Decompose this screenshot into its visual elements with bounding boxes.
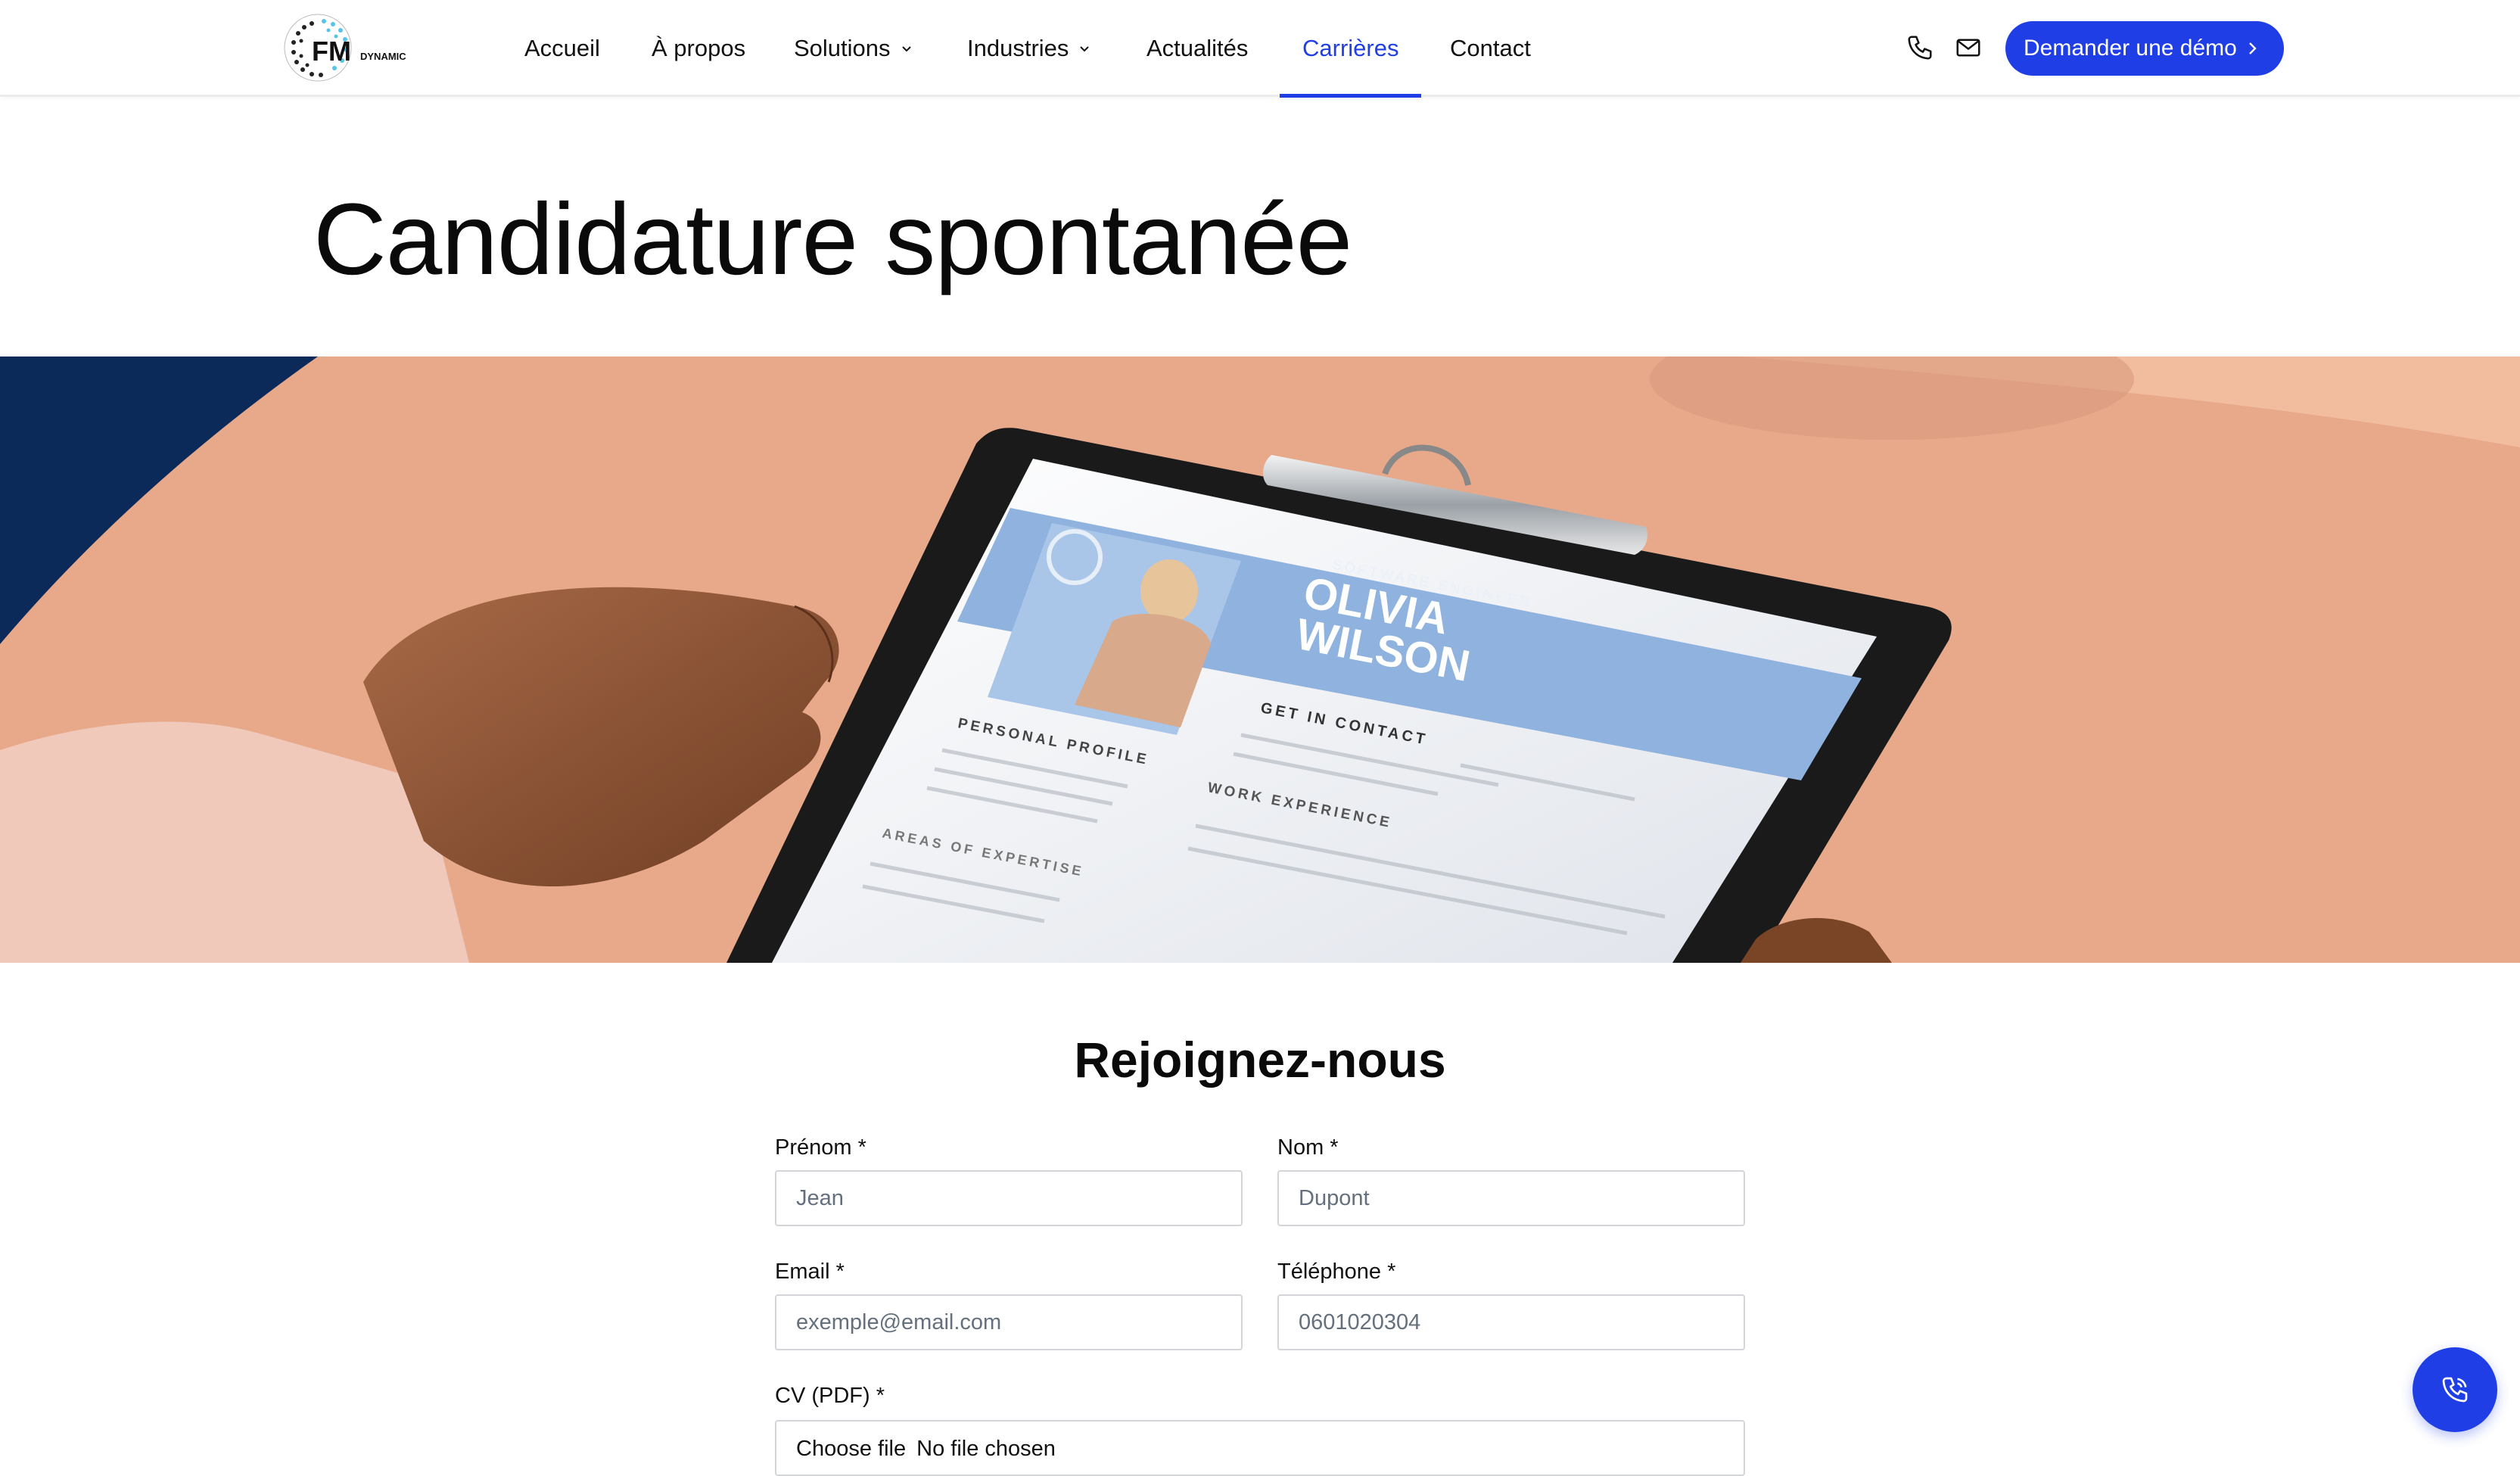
last-name-input[interactable]	[1277, 1170, 1745, 1226]
nav-item-label: Carrières	[1302, 35, 1399, 61]
nav-item-a-propos[interactable]: À propos	[652, 0, 745, 97]
nav-item-label: Contact	[1450, 35, 1531, 61]
phone-field[interactable]	[1277, 1294, 1745, 1350]
email-label: Email *	[775, 1260, 845, 1284]
nav-item-accueil[interactable]: Accueil	[524, 0, 600, 97]
last-name-label: Nom *	[1277, 1135, 1339, 1160]
nav-item-actualites[interactable]: Actualités	[1146, 0, 1248, 97]
svg-text:DYNAMIC: DYNAMIC	[360, 51, 406, 62]
first-name-label: Prénom *	[775, 1135, 866, 1160]
file-status: No file chosen	[916, 1437, 1056, 1461]
mail-icon[interactable]	[1954, 33, 1983, 62]
brand-logo[interactable]: FM DYNAMIC	[282, 11, 421, 85]
form-title: Rejoignez-nous	[1074, 1032, 1446, 1088]
first-name-input[interactable]	[775, 1170, 1243, 1226]
cv-file-input[interactable]: Choose file No file chosen	[775, 1420, 1745, 1476]
nav-item-label: Actualités	[1146, 35, 1249, 61]
nav-item-label: Accueil	[524, 35, 600, 61]
cv-label: CV (PDF) *	[775, 1384, 885, 1408]
nav-item-contact[interactable]: Contact	[1450, 0, 1531, 97]
chevron-down-icon	[1080, 46, 1090, 52]
nav-item-carrieres[interactable]: Carrières	[1279, 0, 1423, 98]
nav-item-solutions[interactable]: Solutions	[794, 0, 913, 97]
nav-item-label: Industries	[967, 35, 1069, 61]
phone-icon[interactable]	[1906, 33, 1934, 62]
page-title: Candidature spontanée	[313, 183, 1352, 296]
request-demo-label: Demander une démo	[2024, 36, 2237, 61]
nav-item-label: Solutions	[794, 35, 891, 61]
site-header: FM DYNAMIC Accueil À propos Solutions In…	[0, 0, 2520, 98]
nav-item-industries[interactable]: Industries	[967, 0, 1091, 97]
chevron-down-icon	[901, 46, 911, 52]
hero-image: OLIVIA WILSON SOFTWARE ENGINEER GET IN C…	[0, 357, 2520, 963]
call-button[interactable]	[2413, 1347, 2497, 1432]
email-field[interactable]	[775, 1294, 1243, 1350]
request-demo-button[interactable]: Demander une démo	[2005, 21, 2284, 76]
nav-item-label: À propos	[652, 35, 746, 61]
phone-label: Téléphone *	[1277, 1260, 1396, 1284]
phone-call-icon	[2442, 1377, 2468, 1403]
choose-file-button[interactable]: Choose file	[796, 1437, 906, 1461]
chevron-right-icon	[2249, 42, 2257, 54]
svg-text:FM: FM	[312, 36, 351, 67]
